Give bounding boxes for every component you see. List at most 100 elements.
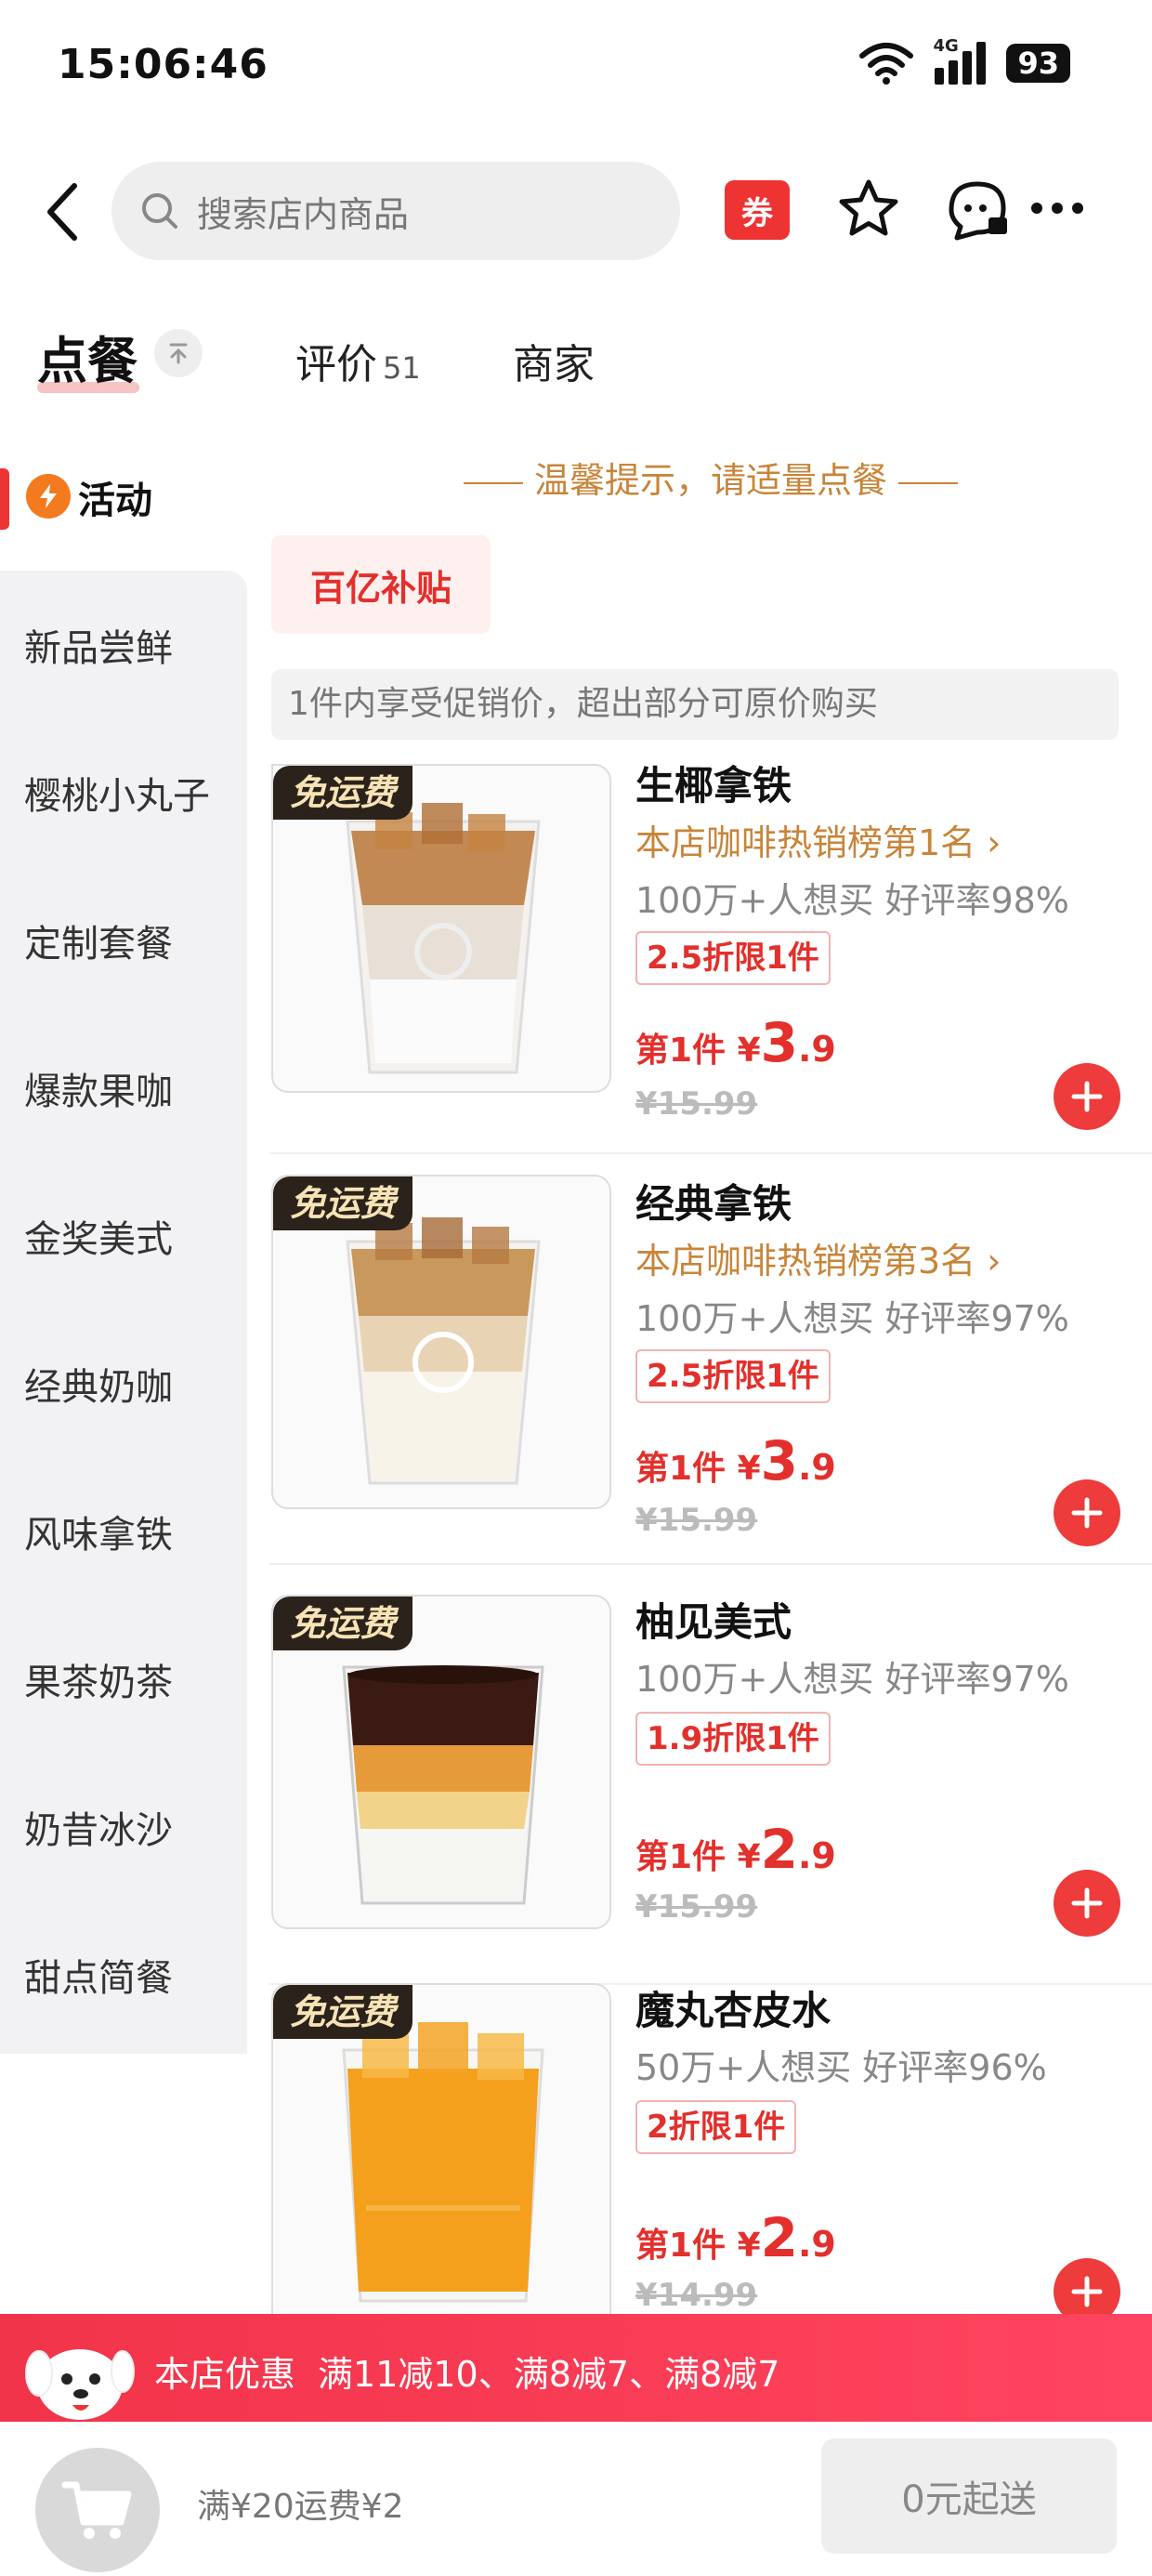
cellular-signal-icon: 4G — [933, 36, 987, 85]
product-card[interactable]: 免运费 柚见美式 100万+人想买 好评率97% 1.9折限1件 第1件 ¥2.… — [269, 1595, 1152, 1985]
free-delivery-badge: 免运费 — [273, 1985, 413, 2039]
sidebar-item[interactable]: 爆款果咖 — [0, 1014, 247, 1162]
price-integer: 2 — [760, 1818, 798, 1881]
active-indicator — [0, 468, 9, 530]
battery-indicator: 93 — [1006, 44, 1070, 83]
product-rank[interactable]: 本店咖啡热销榜第1名 › — [635, 814, 1001, 865]
product-card[interactable]: 免运费 经典拿铁 本店咖啡热销榜第3名 › 100万+人想买 好评率97% 2.… — [269, 1175, 1152, 1565]
lightning-icon — [26, 474, 71, 519]
product-card[interactable]: 免运费 魔丸杏皮水 50万+人想买 好评率96% 2折限1件 第1件 ¥2.9 … — [269, 1983, 1152, 2314]
sidebar-item[interactable]: 经典奶咖 — [0, 1309, 247, 1457]
sidebar-item[interactable]: 定制套餐 — [0, 866, 247, 1014]
original-price: ¥15.99 — [635, 1085, 758, 1123]
sidebar-item[interactable]: 甜点简餐 — [0, 1900, 247, 2048]
tab-reviews[interactable]: 评价 51 — [295, 331, 421, 390]
product-stats: 100万+人想买 好评率97% — [635, 1659, 1069, 1700]
sidebar-item[interactable]: 风味拿铁 — [0, 1457, 247, 1605]
sidebar-item[interactable]: 金奖美式 — [0, 1162, 247, 1309]
product-card[interactable]: 免运费 生椰拿铁 本店咖啡热销榜第1名 › 100万+人想买 好评率98% 2.… — [269, 763, 1152, 1154]
discount-tag: 2折限1件 — [635, 2100, 797, 2154]
price-prefix: 第1件 ¥ — [635, 1838, 761, 1876]
tab-reviews-label: 评价 — [295, 341, 377, 388]
discount-tag: 2.5折限1件 — [635, 931, 831, 985]
product-stats: 100万+人想买 好评率97% — [635, 1298, 1069, 1339]
sidebar-list: 新品尝鲜 樱桃小丸子 定制套餐 爆款果咖 金奖美式 经典奶咖 风味拿铁 果茶奶茶… — [0, 571, 247, 2054]
tab-merchant[interactable]: 商家 — [513, 331, 595, 390]
product-name[interactable]: 魔丸杏皮水 — [635, 1983, 831, 2036]
price-integer: 3 — [760, 1011, 798, 1074]
plus-icon — [1071, 2276, 1103, 2307]
plus-icon — [1071, 1081, 1103, 1112]
product-image[interactable]: 免运费 — [271, 1983, 611, 2314]
sidebar-item-label: 活动 — [78, 480, 152, 522]
sidebar-item[interactable]: 新品尝鲜 — [0, 571, 247, 718]
order-tip: 温馨提示，请适量点餐 — [269, 437, 1152, 524]
product-image[interactable]: 免运费 — [271, 1595, 611, 1929]
wifi-icon — [859, 43, 914, 85]
store-promo-strip[interactable]: 本店优惠 满11减10、满8减7、满8减7 — [0, 2314, 1152, 2422]
search-input[interactable]: 搜索店内商品 — [111, 162, 680, 260]
promo-note: 1件内享受促销价，超出部分可原价购买 — [271, 669, 1119, 740]
tab-order[interactable]: 点餐 — [37, 320, 139, 393]
sidebar-item[interactable]: 果茶奶茶 — [0, 1605, 247, 1753]
price-decimal: .9 — [798, 1029, 836, 1070]
discount-tag: 1.9折限1件 — [635, 1712, 831, 1766]
price-integer: 2 — [760, 2206, 798, 2269]
price-prefix: 第1件 ¥ — [635, 1032, 761, 1070]
tab-reviews-count: 51 — [383, 350, 421, 386]
checkout-button[interactable]: 0元起送 — [821, 2438, 1117, 2554]
product-name[interactable]: 经典拿铁 — [635, 1173, 792, 1229]
tab-bar: 点餐 评价 51 商家 — [0, 307, 1152, 409]
sidebar-item[interactable]: 奶昔冰沙 — [0, 1753, 247, 1900]
product-image[interactable]: 免运费 — [271, 1175, 611, 1509]
product-price: 第1件 ¥2.9 — [635, 1818, 836, 1881]
product-price: 第1件 ¥2.9 — [635, 2206, 836, 2269]
free-delivery-badge: 免运费 — [273, 1176, 413, 1230]
product-price: 第1件 ¥3.9 — [635, 1429, 836, 1492]
category-sidebar: 活动 新品尝鲜 樱桃小丸子 定制套餐 爆款果咖 金奖美式 经典奶咖 风味拿铁 果… — [0, 437, 247, 2054]
add-to-cart-button[interactable] — [1054, 1063, 1120, 1130]
search-placeholder: 搜索店内商品 — [197, 193, 410, 235]
promo-label: 本店优惠 — [154, 2354, 296, 2395]
sidebar-item[interactable]: 樱桃小丸子 — [0, 718, 247, 866]
cart-button[interactable] — [35, 2448, 160, 2572]
header: 搜索店内商品 券 — [0, 149, 1152, 269]
product-name[interactable]: 柚见美式 — [635, 1591, 792, 1648]
divider — [269, 1152, 1152, 1154]
back-arrow-icon[interactable] — [37, 175, 93, 249]
promo-offers: 满11减10、满8减7、满8减7 — [318, 2354, 780, 2395]
price-prefix: 第1件 ¥ — [635, 1450, 761, 1488]
sidebar-item-activity[interactable]: 活动 — [0, 437, 247, 567]
plus-icon — [1071, 1887, 1103, 1919]
add-to-cart-button[interactable] — [1054, 2258, 1120, 2314]
collapse-icon[interactable] — [154, 329, 203, 377]
original-price: ¥15.99 — [635, 1888, 758, 1925]
original-price: ¥15.99 — [635, 1502, 758, 1539]
status-bar: 15:06:46 4G 93 — [0, 0, 1152, 139]
add-to-cart-button[interactable] — [1054, 1870, 1120, 1937]
product-rank[interactable]: 本店咖啡热销榜第3名 › — [635, 1232, 1001, 1283]
promo-text: 本店优惠 满11减10、满8减7、满8减7 — [154, 2346, 779, 2397]
favorite-star-icon[interactable] — [836, 177, 901, 242]
price-decimal: .9 — [798, 2224, 836, 2265]
cart-bar: 满¥20运费¥2 0元起送 — [0, 2422, 1152, 2576]
shopping-cart-icon — [61, 2481, 132, 2539]
customer-service-icon[interactable] — [942, 177, 1013, 243]
price-prefix: 第1件 ¥ — [635, 2227, 761, 2265]
price-decimal: .9 — [798, 1835, 836, 1876]
plus-icon — [1071, 1497, 1103, 1529]
product-image[interactable]: 免运费 — [271, 764, 611, 1093]
product-price: 第1件 ¥3.9 — [635, 1011, 836, 1074]
network-type: 4G — [933, 36, 959, 56]
discount-tag: 2.5折限1件 — [635, 1349, 831, 1403]
mascot-dog-icon — [25, 2349, 135, 2420]
product-name[interactable]: 生椰拿铁 — [635, 755, 792, 811]
more-options-icon[interactable] — [1031, 190, 1096, 227]
add-to-cart-button[interactable] — [1054, 1479, 1120, 1546]
coupon-button[interactable]: 券 — [725, 180, 790, 240]
subsidy-tag[interactable]: 百亿补贴 — [271, 535, 491, 634]
status-time: 15:06:46 — [58, 41, 268, 88]
search-icon — [142, 193, 177, 229]
delivery-fee-note: 满¥20运费¥2 — [197, 2488, 404, 2526]
original-price: ¥14.99 — [635, 2277, 758, 2314]
